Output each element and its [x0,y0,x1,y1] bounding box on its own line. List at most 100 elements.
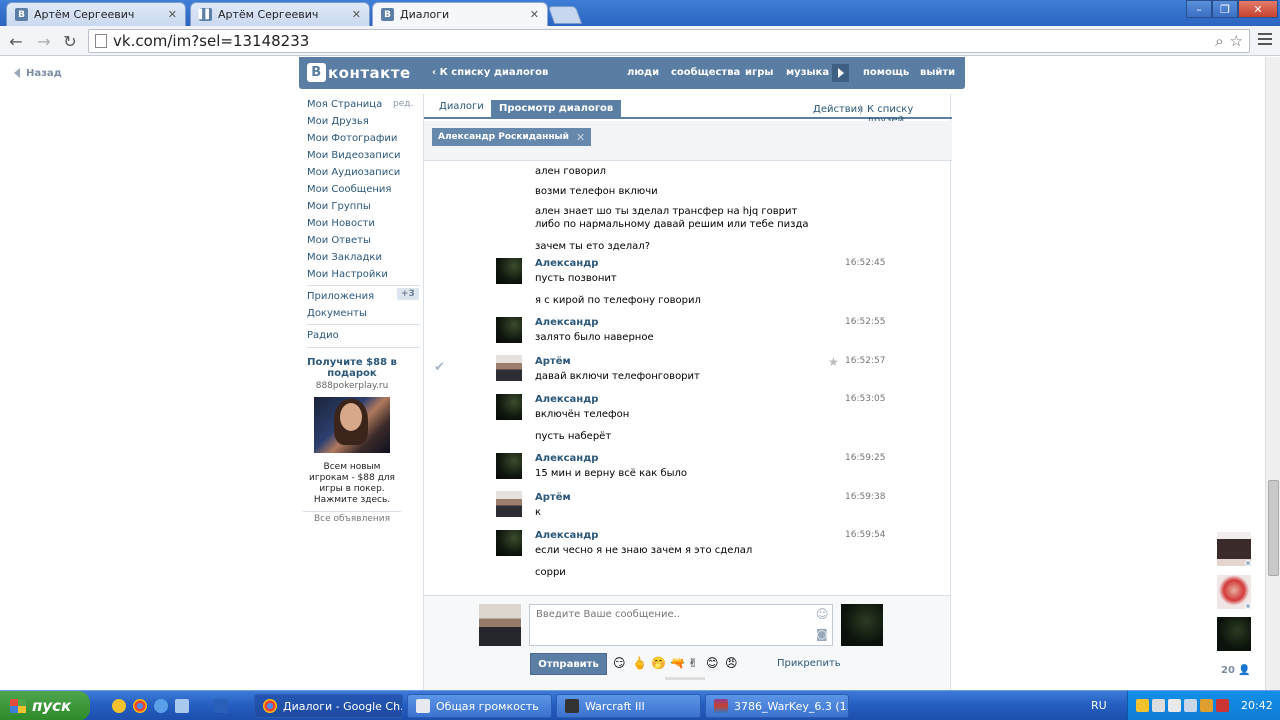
address-bar[interactable]: vk.com/im?sel=13148233 ⌕ ☆ [88,29,1250,53]
all-ads-link[interactable]: Все объявления [303,514,401,524]
tray-icon[interactable] [1200,699,1213,712]
menu-icon[interactable] [1258,33,1272,48]
task-warcraft[interactable]: Warcraft III [556,694,701,718]
avatar-artem[interactable] [496,355,522,381]
volume-icon[interactable] [1184,699,1197,712]
message-author[interactable]: Александр [535,258,598,269]
close-tab-icon[interactable]: ✕ [168,8,177,21]
emoji-giggle-icon[interactable]: 🤭 [651,656,666,670]
my-avatar[interactable] [479,604,521,646]
zoom-icon[interactable]: ⌕ [1215,32,1223,50]
message-author[interactable]: Александр [535,394,598,405]
network-icon[interactable] [1168,699,1181,712]
browser-tab-3[interactable]: B Диалоги ✕ [372,2,548,26]
message-author[interactable]: Александр [535,530,598,541]
close-tab-icon[interactable]: ✕ [530,8,539,21]
back-arrow-icon[interactable]: ← [6,31,26,51]
message-input[interactable] [529,604,833,646]
back-link[interactable]: Назад [14,68,62,79]
menu-documents[interactable]: Документы [307,308,417,319]
emoji-scrollbar[interactable] [665,677,705,680]
play-music-button[interactable] [832,64,849,82]
emoji-gun-icon[interactable]: 🔫 [670,656,685,670]
star-icon[interactable]: ★ [828,355,839,369]
minimize-button[interactable]: – [1186,0,1212,18]
nav-music[interactable]: музыка [786,67,829,78]
close-tab-icon[interactable]: ✕ [352,8,361,21]
avatar-artem[interactable] [496,491,522,517]
smiley-icon[interactable]: ☺ [816,607,829,621]
menu-my-bookmarks[interactable]: Мои Закладки [307,252,417,263]
emoji-finger-icon[interactable]: 🖕 [632,656,647,670]
message-author[interactable]: Артём [535,356,571,367]
browser-tab-1[interactable]: B Артём Сергеевич ✕ [6,2,186,26]
star-icon[interactable]: ☆ [1230,32,1243,50]
nav-games[interactable]: игры [745,67,773,78]
menu-my-videos[interactable]: Мои Видеозаписи [307,150,417,161]
new-tab-button[interactable] [547,6,583,24]
emoji-angry-icon[interactable]: 😠 [725,656,738,670]
clock[interactable]: 20:42 [1241,699,1273,712]
forward-arrow-icon[interactable]: → [34,31,54,51]
ad-image[interactable] [314,397,390,453]
desktop-icon[interactable] [175,699,189,713]
message-author[interactable]: Александр [535,453,598,464]
menu-my-groups[interactable]: Мои Группы [307,201,417,212]
scrollbar-thumb[interactable] [1268,480,1279,576]
camera-icon[interactable]: ◙ [816,627,828,641]
tab-dialogs[interactable]: Диалоги [432,100,491,118]
maximize-button[interactable]: ❐ [1212,0,1238,18]
reload-icon[interactable]: ↻ [60,31,80,51]
peer-avatar[interactable] [841,604,883,646]
task-volume[interactable]: Общая громкость [407,694,552,718]
back-to-dialogs-link[interactable]: ‹ К списку диалогов [432,67,548,78]
emoji-smirk-icon[interactable]: 😏 [613,656,626,670]
close-window-button[interactable]: ✕ [1238,0,1278,18]
menu-my-page[interactable]: Моя Страница [307,99,417,110]
nav-logout[interactable]: выйти [920,67,955,78]
ie-icon[interactable] [154,699,168,713]
ad-block[interactable]: Получите $88 в подарок 888pokerplay.ru В… [303,357,401,506]
quicklaunch-icon[interactable] [112,699,126,713]
menu-my-messages[interactable]: Мои Сообщения [307,184,417,195]
menu-my-news[interactable]: Мои Новости [307,218,417,229]
message-author[interactable]: Александр [535,317,598,328]
menu-my-friends[interactable]: Мои Друзья [307,116,417,127]
page-scrollbar[interactable] [1265,57,1280,690]
task-archive[interactable]: 3786_WarKey_6.3 (1... [705,694,849,718]
friend-avatar[interactable] [1217,617,1251,651]
attach-link[interactable]: Прикрепить [777,658,841,669]
actions-link[interactable]: Действия [813,104,863,115]
avatar-aleksandr[interactable] [496,394,522,420]
start-button[interactable]: пуск [0,691,90,720]
menu-my-settings[interactable]: Мои Настройки [307,269,417,280]
remove-peer-icon[interactable]: ✕ [576,131,585,144]
avatar-aleksandr[interactable] [496,453,522,479]
quicklaunch-icon[interactable] [214,699,228,713]
nav-help[interactable]: помощь [863,67,909,78]
check-icon[interactable]: ✔ [434,360,445,375]
message-author[interactable]: Артём [535,492,571,503]
vk-logo[interactable]: Вконтакте [307,63,411,82]
tab-view-dialogs[interactable]: Просмотр диалогов [491,100,622,118]
nav-people[interactable]: люди [627,67,659,78]
send-button[interactable]: Отправить [530,653,607,675]
avatar-aleksandr[interactable] [496,530,522,556]
task-chrome[interactable]: Диалоги - Google Ch... [254,694,403,718]
apps-badge[interactable]: +3 [397,288,419,300]
ad-title[interactable]: Получите $88 в подарок [303,357,401,379]
emoji-peace-icon[interactable]: ✌ [688,656,698,670]
tray-icon[interactable] [1216,699,1229,712]
menu-my-audio[interactable]: Мои Аудиозаписи [307,167,417,178]
menu-my-answers[interactable]: Мои Ответы [307,235,417,246]
avatar-aleksandr[interactable] [496,317,522,343]
language-indicator[interactable]: RU [1091,699,1107,712]
browser-tab-2[interactable]: ▌▌ Артём Сергеевич ✕ [190,2,370,26]
friends-online-count[interactable]: 20 👤 [1221,665,1251,676]
chrome-icon[interactable] [133,699,147,713]
tray-icon[interactable] [1136,699,1149,712]
menu-my-photos[interactable]: Мои Фотографии [307,133,417,144]
avatar-aleksandr[interactable] [496,258,522,284]
peer-chip[interactable]: Александр Роскиданный ✕ [432,128,592,146]
nav-communities[interactable]: сообщества [671,67,740,78]
